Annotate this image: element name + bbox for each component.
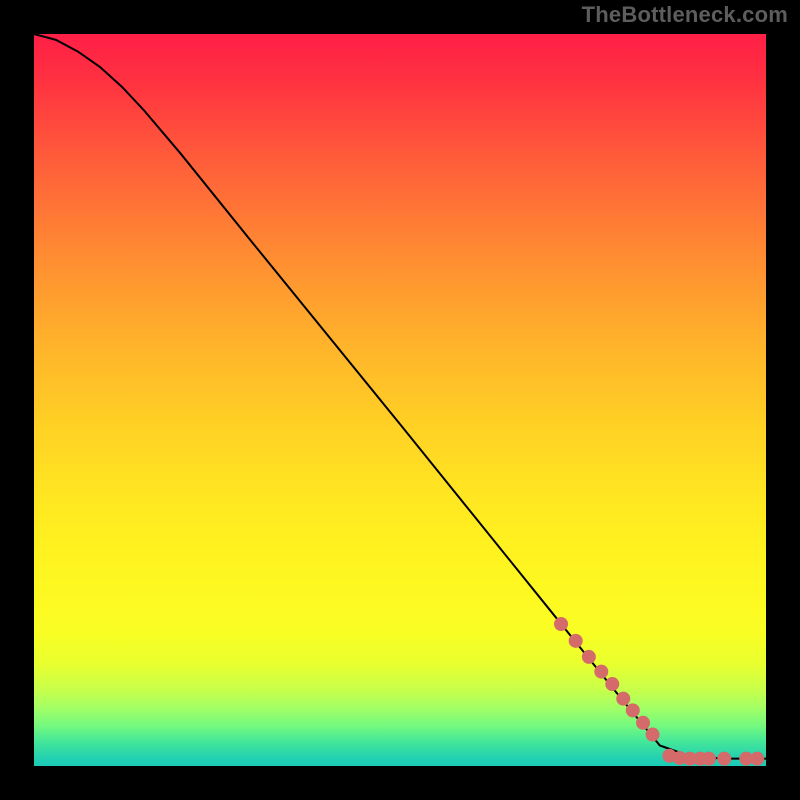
chart-marker [594, 665, 608, 679]
chart-curve [34, 34, 766, 759]
watermark-text: TheBottleneck.com [582, 2, 788, 28]
chart-stage: TheBottleneck.com [0, 0, 800, 800]
chart-marker [605, 677, 619, 691]
chart-marker [717, 752, 731, 766]
chart-marker [750, 752, 764, 766]
chart-marker [702, 752, 716, 766]
chart-overlay [34, 34, 766, 766]
chart-marker [616, 692, 630, 706]
chart-marker [554, 617, 568, 631]
chart-marker [646, 728, 660, 742]
chart-marker [636, 716, 650, 730]
chart-marker [569, 634, 583, 648]
chart-marker [582, 650, 596, 664]
chart-marker [626, 703, 640, 717]
